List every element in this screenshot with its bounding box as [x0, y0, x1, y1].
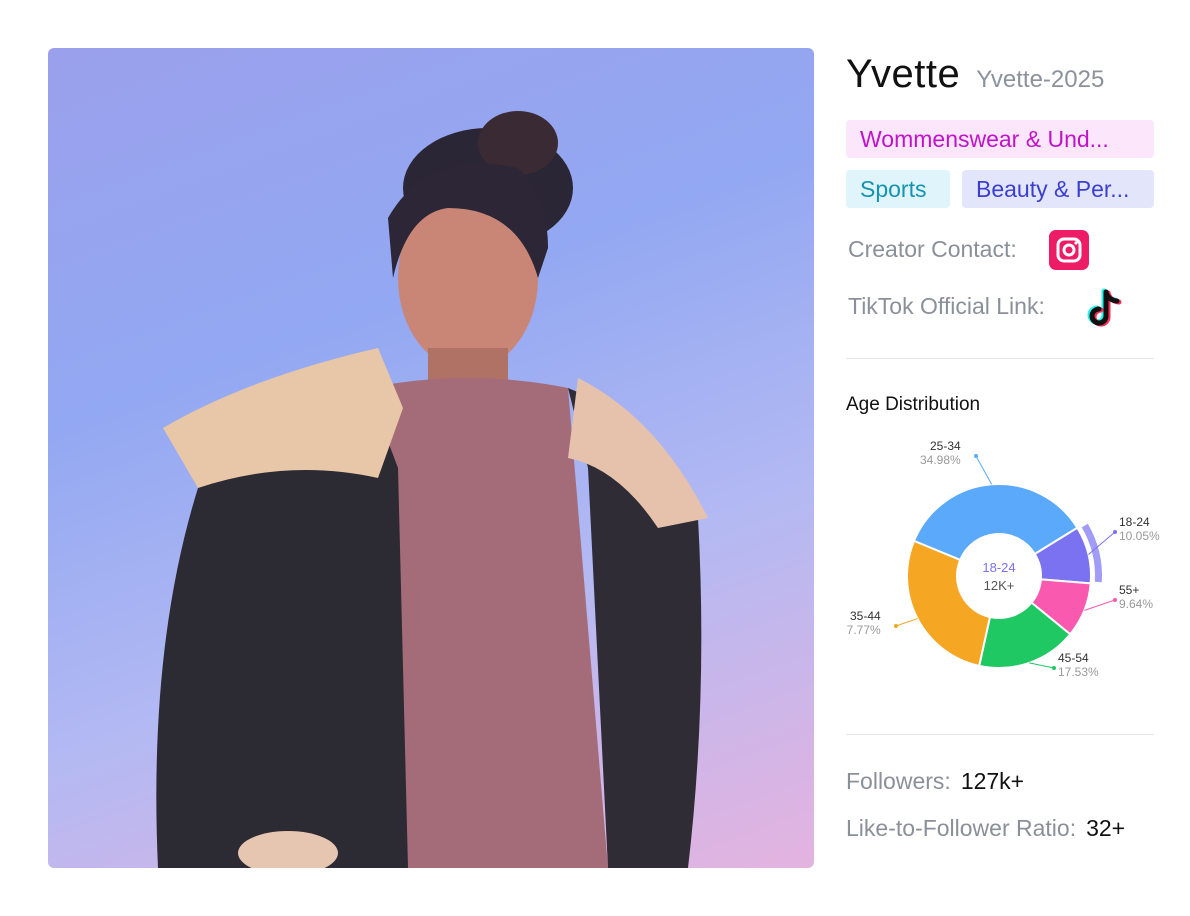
- leader-line-45-54: [1029, 662, 1055, 669]
- divider: [846, 358, 1154, 359]
- profile-header: Yvette Yvette-2025: [846, 52, 1104, 97]
- tiktok-icon[interactable]: [1084, 286, 1124, 330]
- leader-dot-45-54: [1052, 666, 1056, 670]
- slice-percent-18-24: 10.05%: [1119, 529, 1160, 543]
- followers-stat: Followers: 127k+: [846, 768, 1024, 795]
- creator-name: Yvette: [846, 52, 961, 96]
- slice-percent-35-44: 27.77%: [846, 623, 881, 637]
- slice-label-35-44: 35-44: [850, 609, 881, 623]
- leader-dot-35-44: [894, 624, 898, 628]
- leader-dot-18-24: [1113, 530, 1117, 534]
- instagram-icon[interactable]: [1049, 230, 1089, 270]
- slice-label-45-54: 45-54: [1058, 651, 1089, 665]
- leader-line-25-34: [975, 455, 993, 485]
- category-tag-sports[interactable]: Sports: [846, 170, 950, 208]
- slice-label-55+: 55+: [1119, 583, 1139, 597]
- leader-line-55+: [1084, 599, 1116, 611]
- age-distribution-chart: 25-34 34.98% 18-24 10.05% 55+ 9.64% 45-54 17.53…: [840, 436, 1176, 686]
- category-tag-womenswear[interactable]: Wommenswear & Und...: [846, 120, 1154, 158]
- like-ratio-value: 32+: [1086, 815, 1126, 841]
- donut-chart: 25-3434.98%18-2410.05%55+9.64%45-5417.53…: [840, 439, 1160, 679]
- slice-percent-45-54: 17.53%: [1058, 665, 1099, 679]
- like-ratio-stat: Like-to-Follower Ratio: 32+: [846, 815, 1125, 842]
- leader-dot-25-34: [974, 454, 978, 458]
- slice-percent-25-34: 34.98%: [920, 453, 961, 467]
- slice-percent-55+: 9.64%: [1119, 597, 1153, 611]
- followers-value: 127k+: [960, 768, 1025, 794]
- divider: [846, 734, 1154, 735]
- creator-handle: Yvette-2025: [976, 66, 1105, 93]
- creator-contact-label: Creator Contact:: [848, 236, 1017, 262]
- like-ratio-label: Like-to-Follower Ratio:: [846, 815, 1077, 841]
- leader-line-35-44: [895, 618, 918, 627]
- category-tag-beauty[interactable]: Beauty & Per...: [962, 170, 1154, 208]
- followers-label: Followers:: [846, 768, 951, 794]
- donut-center-value: 12K+: [984, 578, 1015, 593]
- leader-dot-55+: [1113, 598, 1117, 602]
- slice-label-25-34: 25-34: [930, 439, 961, 453]
- donut-slice-35-44[interactable]: [906, 539, 992, 668]
- slice-label-18-24: 18-24: [1119, 515, 1150, 529]
- donut-center-label: 18-24: [982, 560, 1015, 575]
- age-distribution-title: Age Distribution: [846, 394, 981, 415]
- profile-photo: [48, 48, 814, 868]
- tiktok-link-label: TikTok Official Link:: [848, 293, 1045, 319]
